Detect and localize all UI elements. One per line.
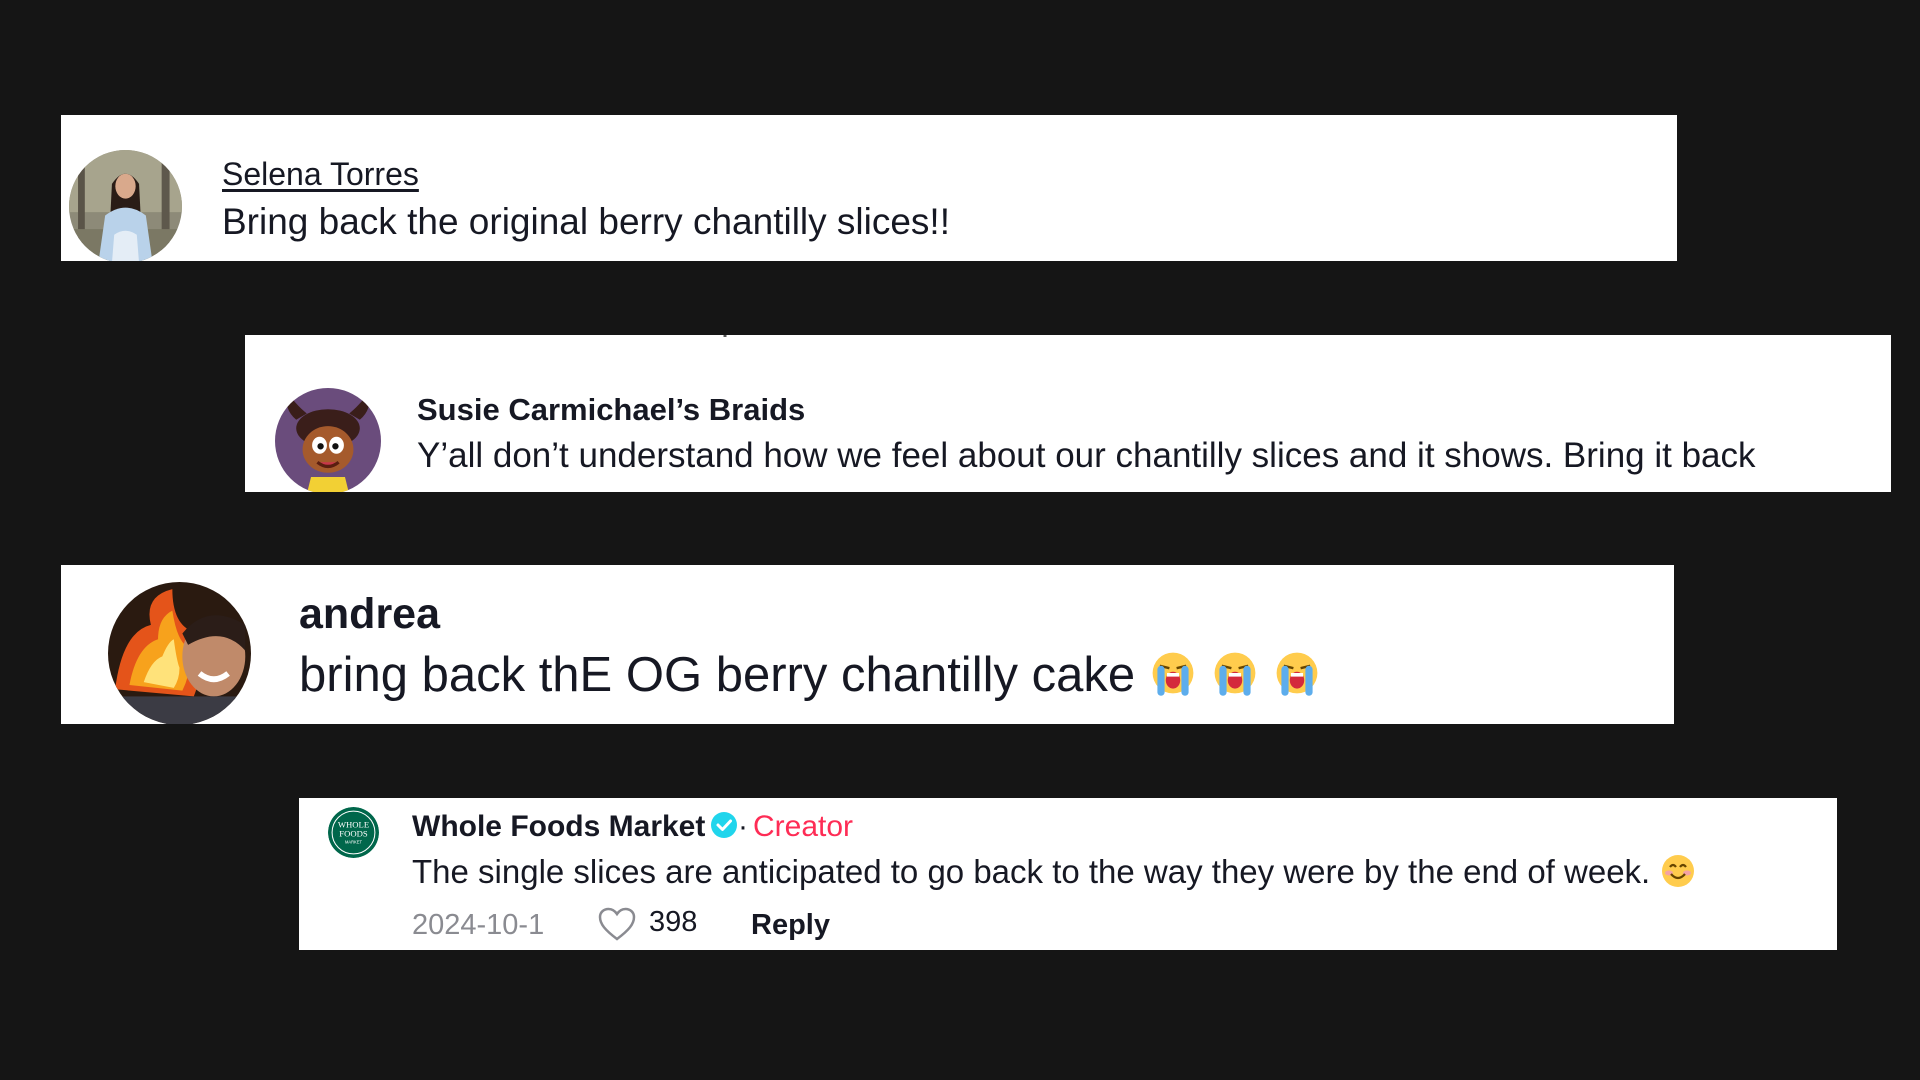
reply-button[interactable]: Reply — [751, 909, 830, 942]
user-photo-avatar-icon — [69, 150, 182, 261]
clipped-text-fragment — [723, 335, 727, 337]
loudly-crying-face-icon — [1149, 649, 1197, 697]
comment-card-andrea: andrea bring back thE OG berry chantilly… — [61, 565, 1674, 724]
user-avatar[interactable]: WHOLE FOODS MARKET — [328, 807, 379, 858]
comment-text: bring back thE OG berry chantilly cake — [299, 647, 1321, 703]
user-avatar[interactable] — [275, 388, 381, 492]
smiling-face-icon — [1660, 853, 1696, 889]
verified-badge-icon — [711, 812, 737, 838]
comment-text-body: bring back thE OG berry chantilly cake — [299, 648, 1136, 702]
whole-foods-logo-avatar-icon: WHOLE FOODS MARKET — [328, 807, 379, 858]
separator-dot: · — [738, 810, 748, 843]
logo-text-market: MARKET — [345, 840, 363, 845]
comment-card-whole-foods: WHOLE FOODS MARKET Whole Foods Market · … — [299, 798, 1837, 950]
user-avatar[interactable] — [69, 150, 182, 261]
comment-date: 2024-10-1 — [412, 909, 545, 941]
like-count: 398 — [649, 906, 698, 938]
loudly-crying-face-icon — [1273, 649, 1321, 697]
logo-text-foods: FOODS — [339, 829, 368, 839]
user-avatar[interactable] — [108, 582, 251, 724]
heart-like-icon[interactable] — [597, 906, 637, 942]
comment-username[interactable]: Susie Carmichael’s Braids — [417, 392, 805, 428]
creator-badge: Creator — [753, 810, 854, 843]
logo-text-whole: WHOLE — [338, 819, 369, 829]
screenshot-collage: Selena Torres Bring back the original be… — [0, 0, 1920, 1080]
fire-photo-avatar-icon — [108, 582, 251, 724]
comment-username[interactable]: Whole Foods Market — [412, 810, 705, 844]
comment-text: Bring back the original berry chantilly … — [222, 201, 950, 242]
comment-card-selena: Selena Torres Bring back the original be… — [61, 115, 1677, 261]
comment-text: Y’all don’t understand how we feel about… — [417, 436, 1756, 475]
comment-text: The single slices are anticipated to go … — [412, 853, 1696, 891]
comment-card-susie: Susie Carmichael’s Braids Y’all don’t un… — [245, 335, 1891, 492]
comment-text-body: The single slices are anticipated to go … — [412, 853, 1651, 890]
comment-username[interactable]: Selena Torres — [222, 156, 419, 193]
comment-username[interactable]: andrea — [299, 590, 440, 639]
cartoon-character-avatar-icon — [275, 388, 381, 492]
loudly-crying-face-icon — [1211, 649, 1259, 697]
